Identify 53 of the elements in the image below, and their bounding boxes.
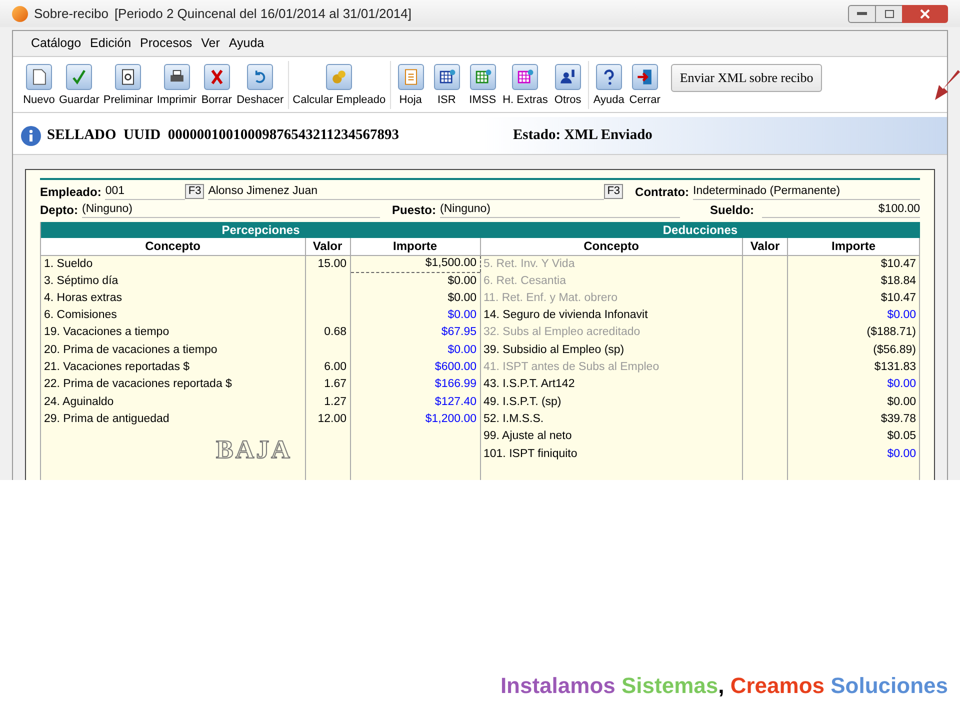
app-icon (12, 6, 28, 22)
arrow-icon (934, 70, 960, 102)
toolbar-button[interactable]: Preliminar (101, 64, 155, 109)
maximize-button[interactable] (876, 4, 902, 23)
field-value: (Ninguno) (440, 202, 680, 218)
field-value: Indeterminado (Permanente) (693, 184, 920, 200)
toolbar-button[interactable]: Imprimir (154, 64, 199, 109)
close-icon (920, 8, 930, 19)
toolbar-button[interactable]: Otros (550, 64, 586, 109)
toolbar-button[interactable]: IMSS (464, 64, 501, 109)
section-header: Deducciones (480, 222, 920, 238)
toolbar-button[interactable]: H. Extras (500, 64, 550, 109)
field-label: Contrato: (635, 184, 690, 199)
toolbar-button[interactable]: Calcular Empleado (290, 64, 388, 109)
toolbar-button[interactable]: Guardar (57, 64, 102, 109)
column-header: Concepto (480, 238, 742, 256)
lookup-button[interactable]: F3 (185, 184, 204, 200)
minimize-button[interactable] (848, 4, 876, 23)
toolbar-button[interactable]: Borrar (198, 64, 235, 109)
menu-item[interactable]: Catálogo (31, 34, 82, 54)
menu-item[interactable]: Ayuda (228, 34, 264, 54)
toolbar-button[interactable]: Cerrar (626, 64, 663, 109)
field-label: Depto: (40, 202, 78, 220)
stamp-text: BAJA (216, 436, 292, 464)
menu-item[interactable]: Ver (201, 34, 220, 54)
column-header: Valor (742, 238, 788, 256)
column-header: Importe (788, 238, 920, 256)
field-label: Sueldo: (710, 203, 754, 218)
column-header: Importe (350, 238, 480, 256)
column-header: Concepto (41, 238, 305, 256)
send-xml-button[interactable]: Enviar XML sobre recibo (670, 64, 822, 92)
field-value: Alonso Jimenez Juan (208, 184, 604, 200)
menu-item[interactable]: Edición (90, 34, 132, 54)
window-subtitle: [Periodo 2 Quincenal del 16/01/2014 al 31/01/2014] (114, 4, 412, 23)
slogan: Instalamos Sistemas, Creamos Soluciones (500, 672, 948, 700)
window-title: Sobre-recibo (34, 4, 108, 23)
close-button[interactable] (902, 4, 948, 23)
column-header: Valor (305, 238, 350, 256)
lookup-button[interactable]: F3 (604, 184, 624, 200)
status-text: Estado: XML Enviado (513, 126, 652, 145)
toolbar-button[interactable]: ISR (428, 64, 465, 109)
field-value: (Ninguno) (82, 202, 380, 218)
field-value: $100.00 (762, 202, 920, 218)
toolbar-button[interactable]: Deshacer (234, 64, 286, 109)
toolbar-button[interactable]: Hoja (392, 64, 429, 109)
field-label: Empleado: (40, 184, 102, 201)
toolbar-button[interactable]: Ayuda (590, 64, 627, 109)
seal-text: SELLADO UUID 00000010010009876543211234567893 (47, 126, 400, 145)
section-header: Percepciones (41, 222, 480, 238)
info-icon (21, 126, 41, 146)
toolbar-button[interactable]: Nuevo (21, 64, 57, 109)
field-label: Puesto: (392, 203, 436, 218)
menu-item[interactable]: Procesos (140, 34, 192, 54)
